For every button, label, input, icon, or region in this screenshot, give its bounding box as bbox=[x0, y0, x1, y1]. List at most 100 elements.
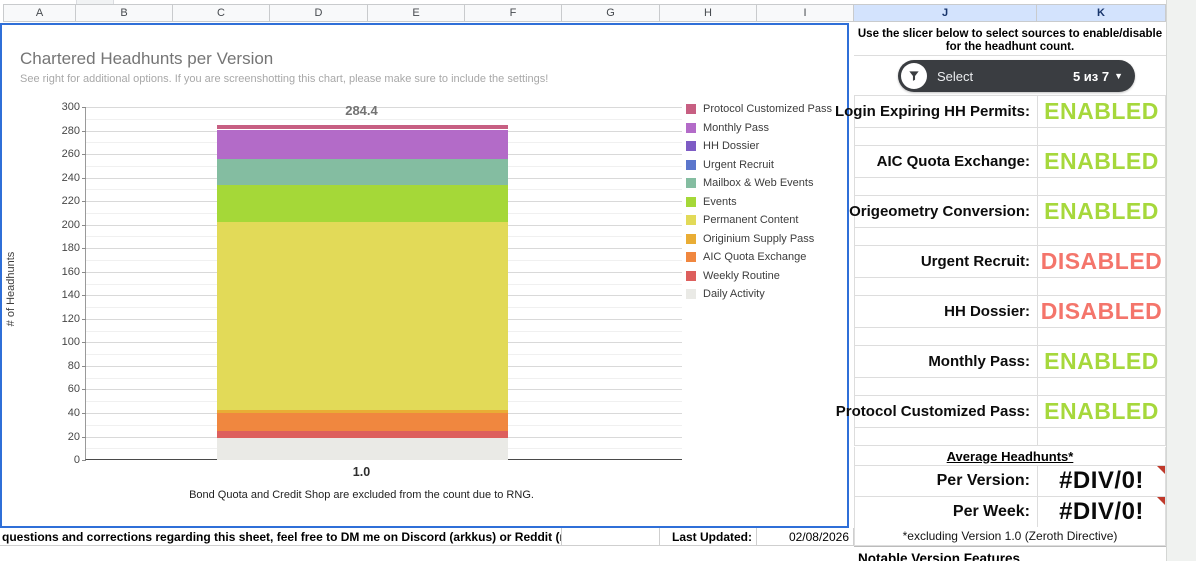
column-header-i[interactable]: I bbox=[757, 4, 854, 22]
y-axis-title: # of Headhunts bbox=[5, 251, 17, 327]
bar-segment-daily-activity[interactable] bbox=[217, 438, 508, 460]
slicer-count[interactable]: 5 из 7 ▼ bbox=[1073, 69, 1123, 84]
empty-cell[interactable] bbox=[855, 428, 1038, 445]
filter-icon bbox=[901, 63, 927, 89]
setting-label-cell[interactable]: Protocol Customized Pass: bbox=[836, 396, 1038, 427]
notable-version-features-row[interactable]: Notable Version Features bbox=[854, 546, 1166, 561]
y-tick-label: 160 bbox=[61, 265, 80, 278]
setting-label: Protocol Customized Pass: bbox=[835, 403, 1030, 420]
footer-note-cell[interactable]: questions and corrections regarding this… bbox=[0, 528, 562, 546]
y-tick-mark bbox=[82, 389, 86, 391]
setting-status-cell[interactable]: DISABLED bbox=[1038, 246, 1165, 277]
legend-label: Originium Supply Pass bbox=[703, 232, 815, 245]
last-updated-label-cell[interactable]: Last Updated: bbox=[660, 528, 757, 546]
bar-segment-originium-supply-pass[interactable] bbox=[217, 410, 508, 413]
y-tick-mark bbox=[82, 295, 86, 297]
legend-swatch bbox=[686, 141, 696, 152]
average-label-cell[interactable]: Per Version: bbox=[855, 466, 1038, 496]
average-value-cell[interactable]: #DIV/0! bbox=[1038, 497, 1165, 527]
footer-empty-cell[interactable] bbox=[562, 528, 660, 546]
empty-row bbox=[854, 128, 1166, 146]
legend-item: Events bbox=[686, 193, 832, 212]
bar-segment-protocol-customized-pass[interactable] bbox=[217, 125, 508, 130]
setting-label-cell[interactable]: AIC Quota Exchange: bbox=[855, 146, 1038, 177]
y-tick-label: 240 bbox=[61, 171, 80, 184]
legend-swatch bbox=[686, 270, 696, 281]
bar-segment-events[interactable] bbox=[217, 184, 508, 222]
empty-cell[interactable] bbox=[855, 378, 1038, 395]
bar-segment-monthly-pass[interactable] bbox=[217, 129, 508, 159]
setting-status-cell[interactable]: DISABLED bbox=[1038, 296, 1165, 327]
column-header-f[interactable]: F bbox=[465, 4, 562, 22]
bar-segment-mailbox-web-events[interactable] bbox=[217, 158, 508, 185]
column-header-c[interactable]: C bbox=[173, 4, 270, 22]
y-tick-mark bbox=[82, 436, 86, 438]
chevron-down-icon: ▼ bbox=[1114, 71, 1123, 81]
column-header-g[interactable]: G bbox=[562, 4, 660, 22]
legend-label: Permanent Content bbox=[703, 214, 799, 227]
empty-cell[interactable] bbox=[855, 178, 1038, 195]
column-header-k[interactable]: K bbox=[1037, 4, 1166, 22]
column-header-h[interactable]: H bbox=[660, 4, 757, 22]
slicer-instruction: Use the slicer below to select sources t… bbox=[854, 24, 1166, 56]
bar-segment-weekly-routine[interactable] bbox=[217, 431, 508, 439]
setting-status-cell[interactable]: ENABLED bbox=[1038, 346, 1165, 377]
slicer-button[interactable]: Select 5 из 7 ▼ bbox=[898, 60, 1135, 92]
error-value: #DIV/0! bbox=[1059, 498, 1144, 525]
stacked-bar[interactable] bbox=[217, 107, 508, 460]
empty-cell[interactable] bbox=[855, 328, 1038, 345]
chart-object[interactable]: Chartered Headhunts per Version See righ… bbox=[0, 23, 849, 528]
chart-legend: Protocol Customized Pass Monthly Pass HH D… bbox=[686, 100, 832, 304]
column-header-a[interactable]: A bbox=[3, 4, 76, 22]
column-header-e[interactable]: E bbox=[368, 4, 465, 22]
setting-label-cell[interactable]: Urgent Recruit: bbox=[855, 246, 1038, 277]
column-header-j[interactable]: J bbox=[854, 4, 1037, 22]
column-header-b[interactable]: B bbox=[76, 4, 173, 22]
legend-label: AIC Quota Exchange bbox=[703, 251, 807, 264]
y-tick-label: 300 bbox=[61, 101, 80, 113]
empty-row bbox=[854, 178, 1166, 196]
column-header-d[interactable]: D bbox=[270, 4, 368, 22]
setting-label: Monthly Pass: bbox=[928, 353, 1030, 370]
legend-swatch bbox=[686, 215, 696, 226]
setting-label: HH Dossier: bbox=[944, 303, 1030, 320]
y-tick-mark bbox=[82, 271, 86, 273]
status-badge: ENABLED bbox=[1044, 98, 1159, 124]
slicer-row: Select 5 из 7 ▼ bbox=[854, 56, 1166, 96]
y-tick-mark bbox=[82, 412, 86, 414]
average-headhunts-heading: Average Headhunts* bbox=[946, 448, 1074, 464]
empty-row bbox=[854, 328, 1166, 346]
chart-subtitle: See right for additional options. If you… bbox=[20, 73, 549, 85]
setting-label-cell[interactable]: Login Expiring HH Permits: bbox=[835, 96, 1038, 127]
last-updated-label: Last Updated: bbox=[671, 529, 752, 544]
bar-segment-permanent-content[interactable] bbox=[217, 221, 508, 411]
legend-swatch bbox=[686, 122, 696, 133]
empty-cell[interactable] bbox=[855, 128, 1038, 145]
legend-item: Weekly Routine bbox=[686, 267, 832, 286]
setting-label-cell[interactable]: HH Dossier: bbox=[855, 296, 1038, 327]
setting-row: HH Dossier: DISABLED bbox=[854, 296, 1166, 328]
legend-item: HH Dossier bbox=[686, 137, 832, 156]
setting-row: Protocol Customized Pass: ENABLED bbox=[836, 396, 1166, 428]
empty-cell[interactable] bbox=[855, 278, 1038, 295]
setting-status-cell[interactable]: ENABLED bbox=[1038, 96, 1165, 127]
averages-footnote-row[interactable]: *excluding Version 1.0 (Zeroth Directive… bbox=[854, 527, 1166, 546]
legend-swatch bbox=[686, 159, 696, 170]
average-value-cell[interactable]: #DIV/0! bbox=[1038, 466, 1165, 496]
average-headhunts-heading-row[interactable]: Average Headhunts* bbox=[854, 447, 1166, 466]
last-updated-value-cell[interactable]: 02/08/2026 bbox=[757, 528, 854, 546]
legend-swatch bbox=[686, 178, 696, 189]
average-row: Per Week: #DIV/0! bbox=[854, 497, 1166, 528]
y-tick-label: 60 bbox=[67, 383, 80, 396]
setting-status-cell[interactable]: ENABLED bbox=[1038, 146, 1165, 177]
legend-swatch bbox=[686, 233, 696, 244]
setting-status-cell[interactable]: ENABLED bbox=[1038, 196, 1165, 227]
average-label-cell[interactable]: Per Week: bbox=[855, 497, 1038, 527]
empty-cell[interactable] bbox=[855, 228, 1038, 245]
setting-label: Urgent Recruit: bbox=[920, 253, 1030, 270]
setting-label-cell[interactable]: Monthly Pass: bbox=[855, 346, 1038, 377]
bar-segment-aic-quota-exchange[interactable] bbox=[217, 413, 508, 432]
setting-status-cell[interactable]: ENABLED bbox=[1038, 396, 1165, 427]
setting-label-cell[interactable]: Origeometry Conversion: bbox=[849, 196, 1038, 227]
legend-swatch bbox=[686, 252, 696, 263]
